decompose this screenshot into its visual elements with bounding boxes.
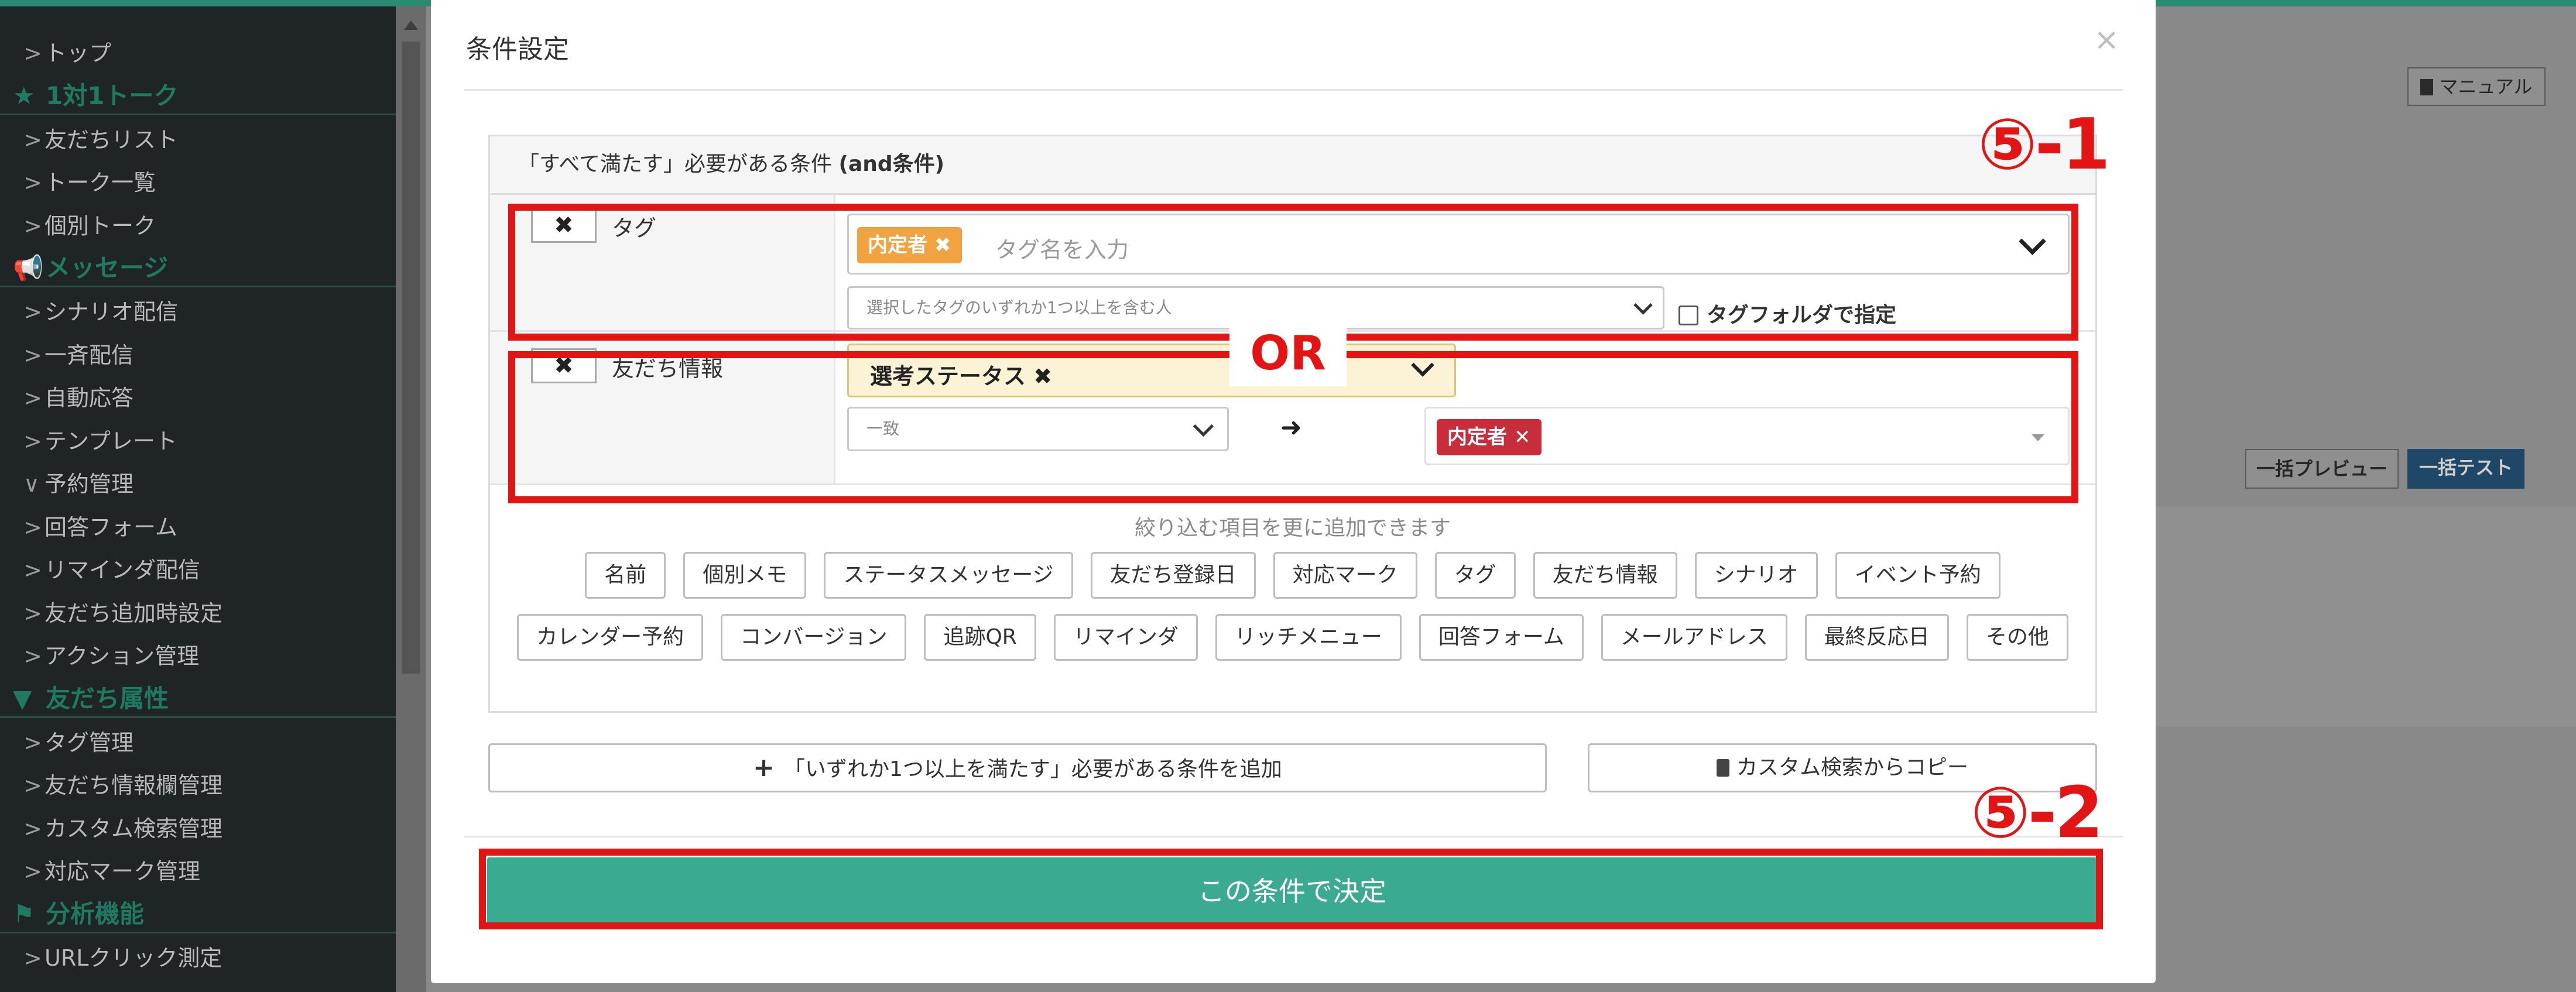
sidebar-item-10[interactable]: ∨ 予約管理 xyxy=(23,466,133,502)
sidebar-section-5[interactable]: 📢メッセージ xyxy=(0,249,396,287)
chevron-icon: > xyxy=(23,126,42,153)
chevron-icon: > xyxy=(23,514,42,540)
section-icon: 📢 xyxy=(13,253,44,282)
chevron-icon: > xyxy=(23,859,42,884)
add-filter-hint: 絞り込む項目を更に追加できます xyxy=(1134,516,1451,540)
add-filter-button[interactable]: カレンダー予約 xyxy=(517,614,704,661)
sidebar-section-15[interactable]: ▼ 友だち属性 xyxy=(0,679,396,718)
add-or-condition-button[interactable]: + 「いずれか1つ以上を満たす」必要がある条件を追加 xyxy=(488,743,1547,792)
chevron-icon: ∨ xyxy=(23,471,40,497)
plus-icon: + xyxy=(753,753,775,782)
bulk-preview-button[interactable]: 一括プレビュー xyxy=(2245,449,2399,489)
sidebar-item-3[interactable]: > トーク一覧 xyxy=(23,165,156,200)
chevron-icon: > xyxy=(23,212,42,239)
close-icon[interactable]: × xyxy=(2094,25,2119,55)
add-filter-button[interactable]: 最終反応日 xyxy=(1804,614,1949,661)
filter-buttons-row-1: 名前 個別メモ ステータスメッセージ 友だち登録日 対応マーク タグ 友だち情報 シナリオ イベ… xyxy=(490,552,2095,599)
sidebar-item-2[interactable]: > 友だちリスト xyxy=(23,122,178,157)
sidebar-item-7[interactable]: > 一斉配信 xyxy=(23,338,133,373)
chevron-icon: > xyxy=(23,428,42,454)
chevron-icon: > xyxy=(23,385,42,411)
sidebar: > トップ ★ 1対1トーク > 友だちリスト > トーク一覧 > 個別トーク 📢メッセージ > シナリ… xyxy=(0,6,396,992)
sidebar-item-4[interactable]: > 個別トーク xyxy=(23,208,156,243)
annotation-box-tag xyxy=(508,204,2078,341)
section-icon: ★ xyxy=(13,81,35,110)
add-filter-button[interactable]: その他 xyxy=(1966,614,2068,661)
footer-divider xyxy=(464,836,2123,837)
chevron-icon: > xyxy=(23,815,42,842)
add-filter-button[interactable]: リッチメニュー xyxy=(1215,614,1402,661)
manual-button[interactable]: マニュアル xyxy=(2407,67,2546,106)
add-filter-button[interactable]: ステータスメッセージ xyxy=(824,552,1073,599)
sidebar-item-11[interactable]: > 回答フォーム xyxy=(23,510,177,545)
sidebar-item-12[interactable]: > リマインダ配信 xyxy=(23,552,200,588)
sidebar-item-14[interactable]: > アクション管理 xyxy=(23,639,199,674)
clipboard-icon xyxy=(1716,759,1729,777)
chevron-icon: > xyxy=(23,170,42,195)
annotation-label-5-2: ⑤-2 xyxy=(1971,773,2104,854)
sidebar-scrollbar[interactable] xyxy=(396,6,426,992)
add-filter-button[interactable]: イベント予約 xyxy=(1835,552,2000,599)
and-condition-header: 「すべて満たす」必要がある条件 (and条件) xyxy=(490,136,2095,195)
annotation-label-5-1: ⑤-1 xyxy=(1978,104,2111,186)
background-panel xyxy=(2116,507,2576,727)
add-filter-button[interactable]: コンバージョン xyxy=(721,614,907,661)
add-filter-button[interactable]: 名前 xyxy=(585,552,666,599)
add-filter-button[interactable]: 個別メモ xyxy=(683,552,807,599)
sidebar-item-13[interactable]: > 友だち追加時設定 xyxy=(23,596,222,631)
sidebar-item-21[interactable]: > URLクリック測定 xyxy=(23,940,222,976)
chevron-icon: > xyxy=(23,600,42,626)
book-icon xyxy=(2420,79,2434,95)
sidebar-item-17[interactable]: > 友だち情報欄管理 xyxy=(23,768,222,803)
add-filter-button[interactable]: 追跡QR xyxy=(924,614,1036,661)
sidebar-item-6[interactable]: > シナリオ配信 xyxy=(23,294,178,329)
annotation-box-submit xyxy=(479,849,2103,929)
chevron-icon: > xyxy=(23,773,42,798)
chevron-icon: > xyxy=(23,945,42,971)
add-filter-button[interactable]: 回答フォーム xyxy=(1419,614,1584,661)
chevron-icon: > xyxy=(23,299,42,325)
chevron-icon: > xyxy=(23,729,42,756)
scroll-up-icon[interactable] xyxy=(404,20,418,30)
sidebar-section-20[interactable]: ⚑ 分析機能 xyxy=(0,895,396,933)
scrollbar-thumb[interactable] xyxy=(402,42,420,674)
add-filter-button[interactable]: 友だち登録日 xyxy=(1090,552,1256,599)
bulk-test-button[interactable]: 一括テスト xyxy=(2407,449,2524,489)
chevron-icon: > xyxy=(23,643,42,669)
chevron-icon: > xyxy=(23,557,42,583)
filter-buttons-row-2: カレンダー予約 コンバージョン 追跡QR リマインダ リッチメニュー 回答フォーム メールア… xyxy=(490,614,2095,661)
add-filter-button[interactable]: リマインダ xyxy=(1053,614,1198,661)
add-filter-button[interactable]: シナリオ xyxy=(1694,552,1818,599)
section-icon: ▼ xyxy=(13,684,32,713)
sidebar-item-8[interactable]: > 自動応答 xyxy=(23,380,133,416)
modal-title: 条件設定 xyxy=(466,35,569,64)
sidebar-section-1[interactable]: ★ 1対1トーク xyxy=(0,77,396,115)
add-filter-button[interactable]: 友だち情報 xyxy=(1533,552,1677,599)
sidebar-item-0[interactable]: > トップ xyxy=(23,36,111,71)
header-divider xyxy=(464,89,2123,91)
add-filter-button[interactable]: 対応マーク xyxy=(1273,552,1417,599)
add-filter-button[interactable]: メールアドレス xyxy=(1601,614,1787,661)
add-filter-button[interactable]: タグ xyxy=(1434,552,1516,599)
chevron-icon: > xyxy=(23,40,42,66)
sidebar-item-18[interactable]: > カスタム検索管理 xyxy=(23,811,222,846)
sidebar-item-19[interactable]: > 対応マーク管理 xyxy=(23,854,200,889)
section-icon: ⚑ xyxy=(13,899,35,928)
sidebar-item-16[interactable]: > タグ管理 xyxy=(23,725,133,760)
sidebar-item-9[interactable]: > テンプレート xyxy=(23,424,177,459)
or-annotation: OR xyxy=(1229,321,1347,386)
chevron-icon: > xyxy=(23,342,42,368)
